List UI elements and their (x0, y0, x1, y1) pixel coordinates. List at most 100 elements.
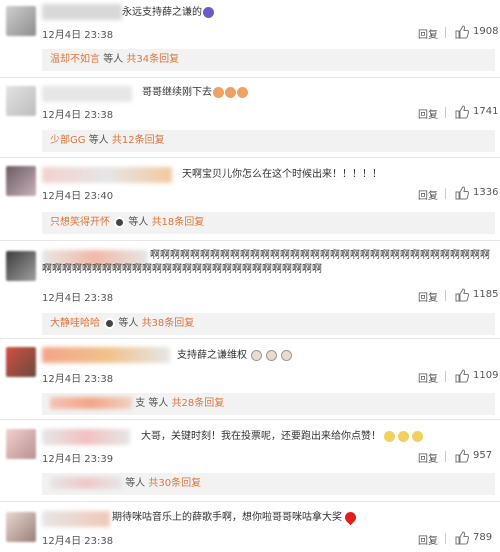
thumbs-up-icon[interactable] (455, 25, 469, 39)
thumbs-up-icon[interactable] (455, 186, 469, 200)
like-count: 1109 (473, 370, 499, 381)
sub-nick[interactable]: 只想笑得开怀 (50, 217, 110, 228)
reply-button[interactable]: 回复 (418, 289, 438, 304)
hand-emoji-icon (251, 349, 262, 361)
divider (445, 27, 446, 38)
panda-emoji-icon (104, 317, 116, 329)
divider (445, 371, 446, 382)
sub-replies-bar[interactable]: 只想笑得开怀 等人 共18条回复 (42, 212, 495, 234)
comment-time: 12月4日 23:38 (42, 293, 114, 304)
sub-nick-blurred[interactable] (50, 397, 132, 409)
emoji-icon (203, 6, 214, 18)
like-count: 789 (473, 532, 493, 543)
username-blurred[interactable] (42, 167, 172, 183)
comment-time: 12月4日 23:39 (42, 454, 114, 465)
emoji-icon (237, 86, 248, 98)
divider (0, 338, 500, 339)
emoji-icon (225, 86, 236, 98)
panda-emoji-icon (114, 216, 126, 228)
sub-count[interactable]: 共28条回复 (172, 398, 225, 409)
like-count: 1185 (473, 289, 499, 300)
sub-replies-summary: 等人 共30条回复 (50, 477, 201, 491)
like-count: 1741 (473, 106, 499, 117)
cat-emoji-icon (384, 430, 395, 442)
comment-text: 大哥，关键时刻！我在投票呢，还要跑出来给你点赞！ (141, 430, 423, 444)
divider (0, 157, 500, 158)
comment-text: 支持薛之谦维权 (177, 349, 292, 363)
sub-replies-summary: 支 等人 共28条回复 (50, 397, 224, 411)
comment-time: 12月4日 23:38 (42, 536, 114, 547)
reply-button[interactable]: 回复 (418, 532, 438, 547)
avatar[interactable] (6, 6, 36, 36)
comment-text: 永远支持薛之谦的 (122, 6, 214, 20)
avatar[interactable] (6, 86, 36, 116)
sub-replies-bar[interactable]: 温却不如言 等人 共34条回复 (42, 49, 495, 71)
sub-nick[interactable]: 大静哇哈哈 (50, 318, 100, 329)
like-count: 1908 (473, 26, 499, 37)
cat-emoji-icon (398, 430, 409, 442)
thumbs-up-icon[interactable] (455, 105, 469, 119)
sub-nick-blurred[interactable] (50, 477, 122, 489)
comment-feed: 永远支持薛之谦的 12月4日 23:38 回复 1908 温却不如言 等人 共3… (0, 0, 500, 552)
sub-replies-bar[interactable]: 少部GG 等人 共12条回复 (42, 130, 495, 152)
avatar[interactable] (6, 512, 36, 542)
comment-time: 12月4日 23:38 (42, 30, 114, 41)
sub-count[interactable]: 共18条回复 (152, 217, 205, 228)
sub-mid: 等人 (103, 54, 124, 65)
comment-time: 12月4日 23:40 (42, 191, 114, 202)
comment-body: 哥哥继续刚下去 (142, 87, 212, 98)
avatar[interactable] (6, 429, 36, 459)
divider (0, 419, 500, 420)
sub-mid: 等人 (125, 478, 146, 489)
avatar[interactable] (6, 347, 36, 377)
avatar[interactable] (6, 166, 36, 196)
hand-emoji-icon (266, 349, 277, 361)
sub-count[interactable]: 共38条回复 (142, 318, 195, 329)
comment-body: 大哥，关键时刻！我在投票呢，还要跑出来给你点赞！ (141, 431, 381, 442)
reply-button[interactable]: 回复 (418, 370, 438, 385)
comment-time: 12月4日 23:38 (42, 110, 114, 121)
username-blurred[interactable] (42, 511, 110, 527)
divider (0, 77, 500, 78)
sub-nick[interactable]: 少部GG (50, 135, 86, 146)
sub-replies-bar[interactable]: 大静哇哈哈 等人 共38条回复 (42, 313, 495, 335)
username-blurred[interactable] (42, 86, 132, 102)
reply-button[interactable]: 回复 (418, 26, 438, 41)
comment-body: 期待咪咕音乐上的薛歌手啊，想你啦哥哥咪咕拿大奖 (112, 512, 342, 523)
sub-mid: 等人 (118, 318, 139, 329)
username-blurred[interactable] (42, 4, 122, 20)
heart-icon (342, 509, 359, 525)
sub-replies-bar[interactable]: 支 等人 共28条回复 (42, 393, 495, 415)
sub-mid: 等人 (88, 135, 109, 146)
sub-count[interactable]: 共34条回复 (126, 54, 179, 65)
sub-mid: 等人 (128, 217, 149, 228)
sub-nick[interactable]: 温却不如言 (50, 54, 100, 65)
sub-count[interactable]: 共30条回复 (148, 478, 201, 489)
sub-replies-bar[interactable]: 等人 共30条回复 (42, 473, 495, 495)
sub-mid: 支 等人 (135, 398, 169, 409)
divider (0, 501, 500, 502)
divider (445, 290, 446, 301)
sub-replies-summary: 只想笑得开怀 等人 共18条回复 (50, 216, 204, 230)
comment-body: 支持薛之谦维权 (177, 350, 247, 361)
thumbs-up-icon[interactable] (455, 369, 469, 383)
sub-replies-summary: 温却不如言 等人 共34条回复 (50, 53, 179, 67)
reply-button[interactable]: 回复 (418, 450, 438, 465)
username-blurred[interactable] (42, 347, 170, 363)
sub-replies-summary: 大静哇哈哈 等人 共38条回复 (50, 317, 194, 331)
comment-text: 天啊宝贝儿你怎么在这个时候出来！！！！！ (182, 169, 382, 180)
sub-replies-summary: 少部GG 等人 共12条回复 (50, 134, 165, 148)
like-count: 957 (473, 450, 493, 461)
like-count: 1336 (473, 187, 499, 198)
reply-button[interactable]: 回复 (418, 187, 438, 202)
comment-text: 期待咪咕音乐上的薛歌手啊，想你啦哥哥咪咕拿大奖 (112, 509, 359, 525)
avatar[interactable] (6, 251, 36, 281)
thumbs-up-icon[interactable] (455, 449, 469, 463)
divider (445, 188, 446, 199)
username-blurred[interactable] (42, 429, 130, 445)
comment-text: 啊啊啊啊啊啊啊啊啊啊啊啊啊啊啊啊啊啊啊啊啊啊啊啊啊啊啊啊啊啊啊啊啊啊啊啊啊啊啊啊… (42, 250, 490, 275)
thumbs-up-icon[interactable] (455, 288, 469, 302)
reply-button[interactable]: 回复 (418, 106, 438, 121)
thumbs-up-icon[interactable] (455, 531, 469, 545)
sub-count[interactable]: 共12条回复 (112, 135, 165, 146)
